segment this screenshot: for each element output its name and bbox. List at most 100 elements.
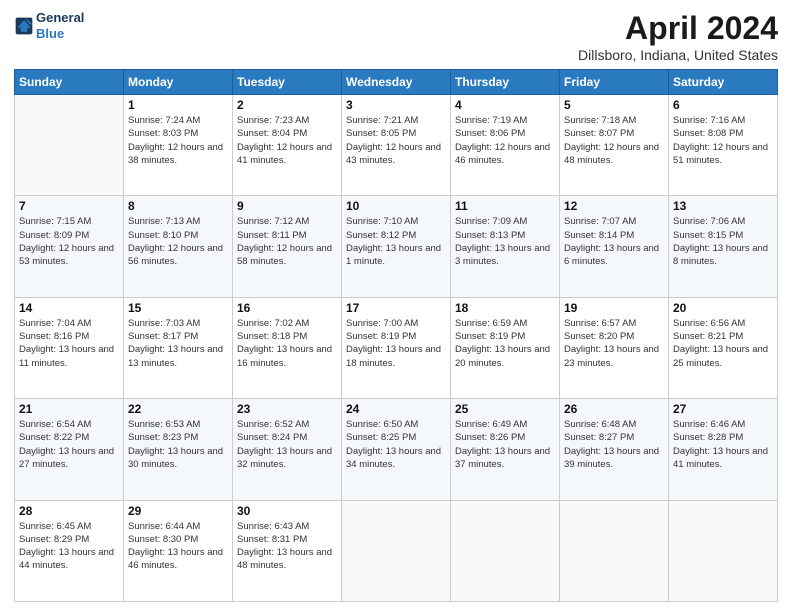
cell-info: Sunrise: 7:24 AMSunset: 8:03 PMDaylight:… [128,114,228,167]
calendar-cell: 21 Sunrise: 6:54 AMSunset: 8:22 PMDayligh… [15,399,124,500]
calendar-cell: 8Sunrise: 7:13 AMSunset: 8:10 PMDaylight… [124,196,233,297]
cell-info: Sunrise: 6:49 AMSunset: 8:26 PMDaylight:… [455,418,555,471]
cell-day-number: 13 [673,199,773,213]
cell-day-number: 23 [237,402,337,416]
cell-day-number: 11 [455,199,555,213]
header-day-sunday: Sunday [15,70,124,95]
cell-day-number: 29 [128,504,228,518]
cell-day-number: 12 [564,199,664,213]
logo: General Blue [14,10,84,41]
cell-day-number: 30 [237,504,337,518]
title-block: April 2024 Dillsboro, Indiana, United St… [578,10,778,63]
cell-info: Sunrise: 7:12 AMSunset: 8:11 PMDaylight:… [237,215,337,268]
week-row-3: 14 Sunrise: 7:04 AMSunset: 8:16 PMDayligh… [15,297,778,398]
calendar-cell: 1 Sunrise: 7:24 AMSunset: 8:03 PMDaylight… [124,95,233,196]
header-day-tuesday: Tuesday [233,70,342,95]
cell-day-number: 22 [128,402,228,416]
calendar-cell [669,500,778,601]
cell-info: Sunrise: 6:46 AMSunset: 8:28 PMDaylight:… [673,418,773,471]
calendar-cell: 25 Sunrise: 6:49 AMSunset: 8:26 PMDayligh… [451,399,560,500]
cell-day-number: 17 [346,301,446,315]
calendar-cell: 5 Sunrise: 7:18 AMSunset: 8:07 PMDaylight… [560,95,669,196]
cell-day-number: 20 [673,301,773,315]
cell-info: Sunrise: 7:04 AMSunset: 8:16 PMDaylight:… [19,317,119,370]
week-row-1: 1 Sunrise: 7:24 AMSunset: 8:03 PMDaylight… [15,95,778,196]
calendar-cell: 28Sunrise: 6:45 AMSunset: 8:29 PMDayligh… [15,500,124,601]
header-day-monday: Monday [124,70,233,95]
cell-day-number: 4 [455,98,555,112]
header-day-thursday: Thursday [451,70,560,95]
cell-day-number: 15 [128,301,228,315]
calendar-cell: 30Sunrise: 6:43 AMSunset: 8:31 PMDayligh… [233,500,342,601]
cell-info: Sunrise: 6:54 AMSunset: 8:22 PMDaylight:… [19,418,119,471]
calendar-cell: 14 Sunrise: 7:04 AMSunset: 8:16 PMDayligh… [15,297,124,398]
week-row-2: 7 Sunrise: 7:15 AMSunset: 8:09 PMDaylight… [15,196,778,297]
calendar-cell: 6 Sunrise: 7:16 AMSunset: 8:08 PMDaylight… [669,95,778,196]
header-row: SundayMondayTuesdayWednesdayThursdayFrid… [15,70,778,95]
calendar-cell: 20 Sunrise: 6:56 AMSunset: 8:21 PMDayligh… [669,297,778,398]
cell-day-number: 28 [19,504,119,518]
calendar-cell: 15 Sunrise: 7:03 AMSunset: 8:17 PMDayligh… [124,297,233,398]
calendar-cell: 2Sunrise: 7:23 AMSunset: 8:04 PMDaylight… [233,95,342,196]
header: General Blue April 2024 Dillsboro, India… [14,10,778,63]
cell-day-number: 14 [19,301,119,315]
calendar-cell: 22 Sunrise: 6:53 AMSunset: 8:23 PMDayligh… [124,399,233,500]
cell-day-number: 7 [19,199,119,213]
cell-info: Sunrise: 7:21 AMSunset: 8:05 PMDaylight:… [346,114,446,167]
cell-day-number: 19 [564,301,664,315]
cell-info: Sunrise: 7:09 AMSunset: 8:13 PMDaylight:… [455,215,555,268]
week-row-4: 21 Sunrise: 6:54 AMSunset: 8:22 PMDayligh… [15,399,778,500]
logo-line2: Blue [36,26,84,42]
cell-info: Sunrise: 6:53 AMSunset: 8:23 PMDaylight:… [128,418,228,471]
cell-day-number: 1 [128,98,228,112]
cell-info: Sunrise: 6:44 AMSunset: 8:30 PMDaylight:… [128,520,228,573]
calendar-cell [451,500,560,601]
calendar-cell: 9Sunrise: 7:12 AMSunset: 8:11 PMDaylight… [233,196,342,297]
cell-day-number: 10 [346,199,446,213]
cell-info: Sunrise: 7:16 AMSunset: 8:08 PMDaylight:… [673,114,773,167]
cell-info: Sunrise: 7:15 AMSunset: 8:09 PMDaylight:… [19,215,119,268]
cell-info: Sunrise: 7:03 AMSunset: 8:17 PMDaylight:… [128,317,228,370]
logo-icon [14,16,34,36]
cell-info: Sunrise: 6:57 AMSunset: 8:20 PMDaylight:… [564,317,664,370]
cell-day-number: 6 [673,98,773,112]
cell-day-number: 18 [455,301,555,315]
cell-info: Sunrise: 6:52 AMSunset: 8:24 PMDaylight:… [237,418,337,471]
cell-day-number: 16 [237,301,337,315]
cell-info: Sunrise: 7:18 AMSunset: 8:07 PMDaylight:… [564,114,664,167]
calendar-cell: 12 Sunrise: 7:07 AMSunset: 8:14 PMDayligh… [560,196,669,297]
calendar-cell [560,500,669,601]
calendar-cell: 19 Sunrise: 6:57 AMSunset: 8:20 PMDayligh… [560,297,669,398]
main-title: April 2024 [578,10,778,47]
calendar-cell: 16 Sunrise: 7:02 AMSunset: 8:18 PMDayligh… [233,297,342,398]
cell-day-number: 5 [564,98,664,112]
cell-day-number: 27 [673,402,773,416]
calendar-cell: 26Sunrise: 6:48 AMSunset: 8:27 PMDayligh… [560,399,669,500]
cell-info: Sunrise: 6:59 AMSunset: 8:19 PMDaylight:… [455,317,555,370]
cell-info: Sunrise: 7:19 AMSunset: 8:06 PMDaylight:… [455,114,555,167]
calendar-table: SundayMondayTuesdayWednesdayThursdayFrid… [14,69,778,602]
calendar-cell: 27 Sunrise: 6:46 AMSunset: 8:28 PMDayligh… [669,399,778,500]
cell-info: Sunrise: 7:06 AMSunset: 8:15 PMDaylight:… [673,215,773,268]
cell-info: Sunrise: 6:50 AMSunset: 8:25 PMDaylight:… [346,418,446,471]
subtitle: Dillsboro, Indiana, United States [578,47,778,63]
cell-info: Sunrise: 6:48 AMSunset: 8:27 PMDaylight:… [564,418,664,471]
cell-day-number: 21 [19,402,119,416]
cell-info: Sunrise: 7:02 AMSunset: 8:18 PMDaylight:… [237,317,337,370]
header-day-saturday: Saturday [669,70,778,95]
header-day-wednesday: Wednesday [342,70,451,95]
cell-day-number: 3 [346,98,446,112]
cell-day-number: 25 [455,402,555,416]
calendar-page: General Blue April 2024 Dillsboro, India… [0,0,792,612]
cell-info: Sunrise: 7:23 AMSunset: 8:04 PMDaylight:… [237,114,337,167]
calendar-cell: 17Sunrise: 7:00 AMSunset: 8:19 PMDayligh… [342,297,451,398]
calendar-cell: 18 Sunrise: 6:59 AMSunset: 8:19 PMDayligh… [451,297,560,398]
cell-info: Sunrise: 6:56 AMSunset: 8:21 PMDaylight:… [673,317,773,370]
calendar-cell [342,500,451,601]
calendar-cell: 23 Sunrise: 6:52 AMSunset: 8:24 PMDayligh… [233,399,342,500]
logo-line1: General [36,10,84,26]
calendar-cell: 24 Sunrise: 6:50 AMSunset: 8:25 PMDayligh… [342,399,451,500]
cell-day-number: 24 [346,402,446,416]
week-row-5: 28Sunrise: 6:45 AMSunset: 8:29 PMDayligh… [15,500,778,601]
cell-info: Sunrise: 7:07 AMSunset: 8:14 PMDaylight:… [564,215,664,268]
